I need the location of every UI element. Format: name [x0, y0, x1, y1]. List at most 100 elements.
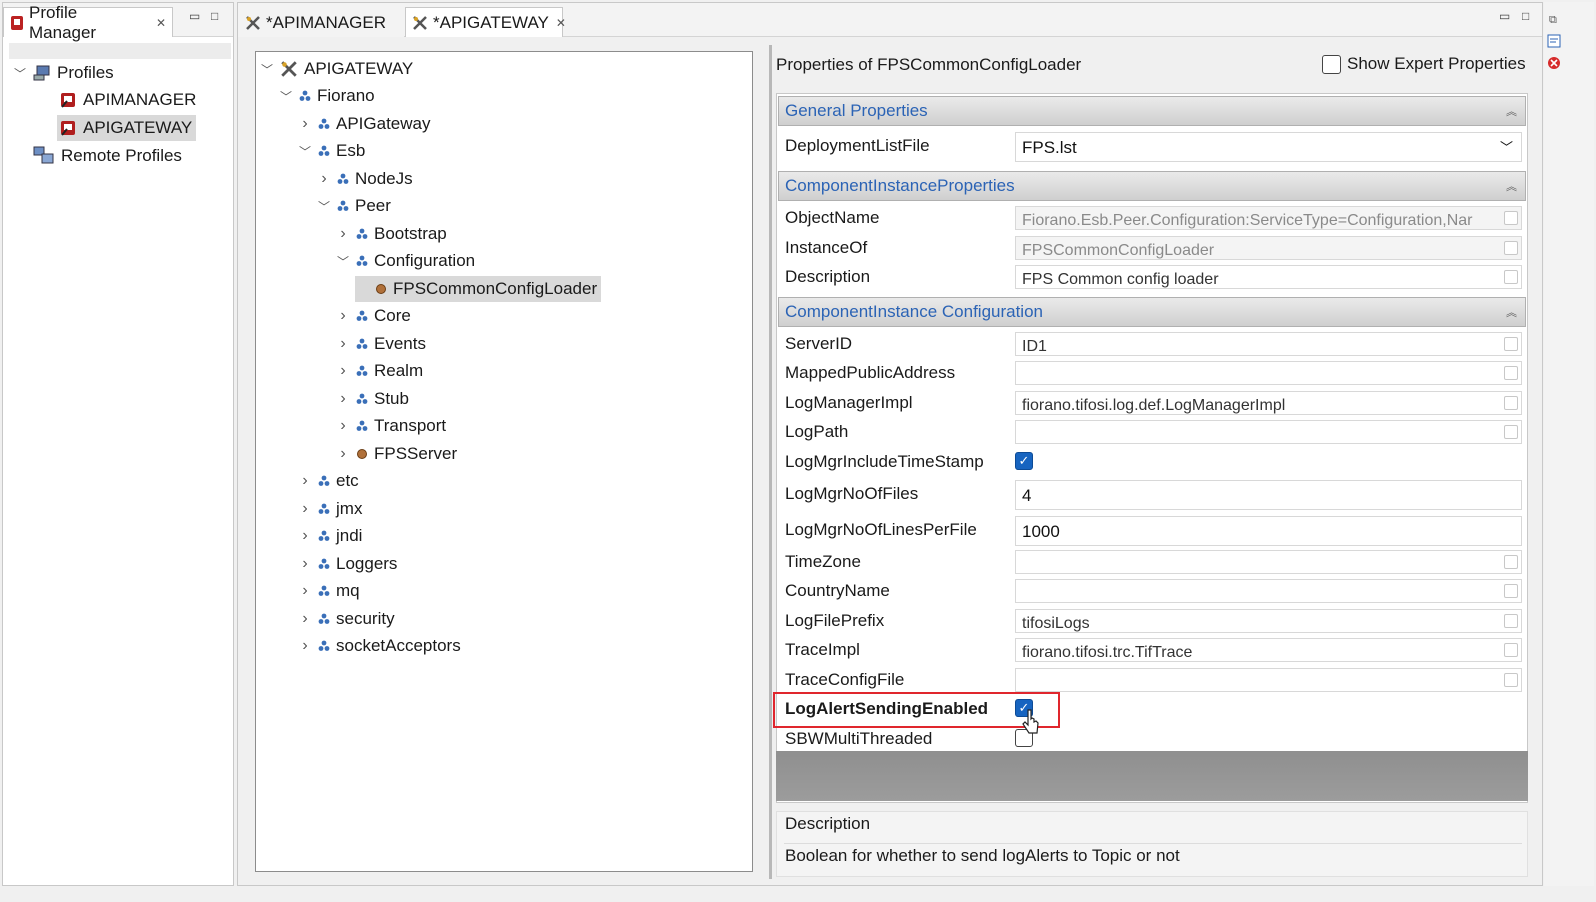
field-button[interactable]: [1504, 241, 1518, 255]
chevron-right-icon[interactable]: ›: [336, 225, 350, 243]
property-checkbox[interactable]: ✓: [1015, 452, 1033, 470]
minimize-icon[interactable]: ▭: [1499, 9, 1510, 23]
chevron-down-icon[interactable]: ﹀: [279, 88, 293, 105]
tree-item-apigateway[interactable]: APIGATEWAY: [57, 115, 197, 141]
field-button[interactable]: [1504, 366, 1518, 380]
tree-item[interactable]: › Stub: [336, 386, 409, 412]
tree-item[interactable]: › NodeJs: [317, 166, 412, 192]
field-button[interactable]: [1504, 270, 1518, 284]
tree-item[interactable]: › FPSServer: [336, 441, 457, 467]
tree-item[interactable]: › mq: [298, 578, 359, 604]
show-expert-toggle[interactable]: Show Expert Properties: [1322, 54, 1526, 74]
tree-item[interactable]: ﹀ Esb: [298, 138, 365, 164]
tree-item[interactable]: › Loggers: [298, 551, 397, 577]
chevron-right-icon[interactable]: ›: [298, 115, 312, 133]
tree-item[interactable]: › etc: [298, 468, 358, 494]
property-field[interactable]: ID1: [1015, 332, 1522, 356]
remote-profiles-icon: [33, 146, 55, 166]
chevron-right-icon[interactable]: ›: [298, 500, 312, 518]
collapse-icon[interactable]: ︽: [1506, 178, 1517, 194]
tree-item-apimanager[interactable]: APIMANAGER: [59, 87, 196, 113]
chevron-down-icon[interactable]: ﹀: [336, 253, 350, 270]
tree-item[interactable]: › Bootstrap: [336, 221, 446, 247]
chevron-down-icon[interactable]: ﹀: [13, 65, 27, 82]
chevron-right-icon[interactable]: ›: [336, 335, 350, 353]
minimize-icon[interactable]: ▭: [189, 9, 200, 23]
chevron-down-icon[interactable]: ﹀: [298, 143, 312, 160]
chevron-right-icon[interactable]: ›: [298, 582, 312, 600]
collapse-icon[interactable]: ︽: [1506, 103, 1517, 119]
chevron-right-icon[interactable]: ›: [336, 307, 350, 325]
property-field[interactable]: [1015, 420, 1522, 444]
property-field[interactable]: 4: [1015, 480, 1522, 510]
chevron-right-icon[interactable]: ›: [298, 527, 312, 545]
tree-item[interactable]: › security: [298, 606, 394, 632]
tree-item[interactable]: › socketAcceptors: [298, 633, 460, 659]
tab-profile-manager[interactable]: Profile Manager ✕: [3, 3, 173, 42]
field-button[interactable]: [1504, 584, 1518, 598]
chevron-right-icon[interactable]: ›: [298, 472, 312, 490]
chevron-down-icon[interactable]: ﹀: [317, 198, 331, 215]
maximize-icon[interactable]: □: [1522, 9, 1529, 23]
restore-icon[interactable]: ⧉: [1549, 14, 1557, 27]
field-button[interactable]: [1504, 555, 1518, 569]
console-icon[interactable]: [1547, 34, 1561, 48]
chevron-right-icon[interactable]: ›: [336, 445, 350, 463]
close-icon[interactable]: ✕: [156, 16, 166, 30]
chevron-right-icon[interactable]: ›: [298, 610, 312, 628]
collapse-icon[interactable]: ︽: [1506, 304, 1517, 320]
field-button[interactable]: [1504, 643, 1518, 657]
tab-apigateway[interactable]: *APIGATEWAY ✕: [405, 7, 566, 37]
section-title: ComponentInstance Configuration: [785, 302, 1043, 321]
field-button[interactable]: [1504, 673, 1518, 687]
tree-item[interactable]: › Realm: [336, 358, 423, 384]
show-expert-checkbox[interactable]: [1322, 54, 1341, 74]
tree-item[interactable]: ﹀ Fiorano: [279, 83, 375, 109]
property-field[interactable]: [1015, 550, 1522, 574]
maximize-icon[interactable]: □: [211, 9, 218, 23]
tree-item[interactable]: ﹀ Peer: [317, 193, 391, 219]
field-button[interactable]: [1504, 211, 1518, 225]
tree-item[interactable]: ﹀ Configuration: [336, 248, 475, 274]
tab-apimanager[interactable]: *APIMANAGER: [238, 7, 404, 37]
tree-item[interactable]: › Core: [336, 303, 411, 329]
tree-item-remote-profiles[interactable]: Remote Profiles: [33, 143, 182, 169]
property-field[interactable]: fiorano.tifosi.log.def.LogManagerImpl: [1015, 391, 1522, 415]
chevron-down-icon[interactable]: ﹀: [1500, 133, 1513, 161]
property-field[interactable]: [1015, 361, 1522, 385]
tree-item[interactable]: › jmx: [298, 496, 362, 522]
chevron-right-icon[interactable]: ›: [336, 417, 350, 435]
field-button[interactable]: [1504, 396, 1518, 410]
property-field[interactable]: [1015, 579, 1522, 603]
tree-item-profiles[interactable]: ﹀ Profiles: [13, 60, 114, 86]
close-icon[interactable]: ✕: [556, 16, 566, 30]
tree-item[interactable]: › Transport: [336, 413, 446, 439]
field-button[interactable]: [1504, 614, 1518, 628]
chevron-right-icon[interactable]: ›: [298, 637, 312, 655]
tree-item[interactable]: › jndi: [298, 523, 362, 549]
field-button[interactable]: [1504, 425, 1518, 439]
tree-item[interactable]: › Events: [336, 331, 426, 357]
chevron-right-icon[interactable]: ›: [336, 390, 350, 408]
section-header[interactable]: ComponentInstance Configuration ︽: [778, 297, 1526, 327]
chevron-right-icon[interactable]: ›: [298, 555, 312, 573]
field-button[interactable]: [1504, 337, 1518, 351]
property-combo[interactable]: FPS.lst ﹀: [1015, 132, 1522, 162]
chevron-right-icon[interactable]: ›: [317, 170, 331, 188]
property-field[interactable]: tifosiLogs: [1015, 609, 1522, 633]
property-field[interactable]: Fiorano.Esb.Peer.Configuration:ServiceTy…: [1015, 206, 1522, 230]
property-field[interactable]: FPS Common config loader: [1015, 265, 1522, 289]
chevron-down-icon[interactable]: ﹀: [260, 61, 274, 78]
chevron-right-icon[interactable]: ›: [336, 362, 350, 380]
property-field[interactable]: 1000: [1015, 516, 1522, 546]
tree-item-root[interactable]: ﹀ APIGATEWAY: [260, 56, 413, 82]
property-field[interactable]: fiorano.tifosi.trc.TifTrace: [1015, 638, 1522, 662]
error-log-icon[interactable]: [1547, 56, 1561, 70]
property-name: TraceConfigFile: [785, 670, 905, 689]
section-header[interactable]: General Properties ︽: [778, 96, 1526, 126]
tree-item[interactable]: FPSCommonConfigLoader: [355, 275, 602, 302]
property-field[interactable]: FPSCommonConfigLoader: [1015, 236, 1522, 260]
property-field[interactable]: [1015, 668, 1522, 692]
section-header[interactable]: ComponentInstanceProperties ︽: [778, 171, 1526, 201]
tree-item[interactable]: › APIGateway: [298, 111, 430, 137]
